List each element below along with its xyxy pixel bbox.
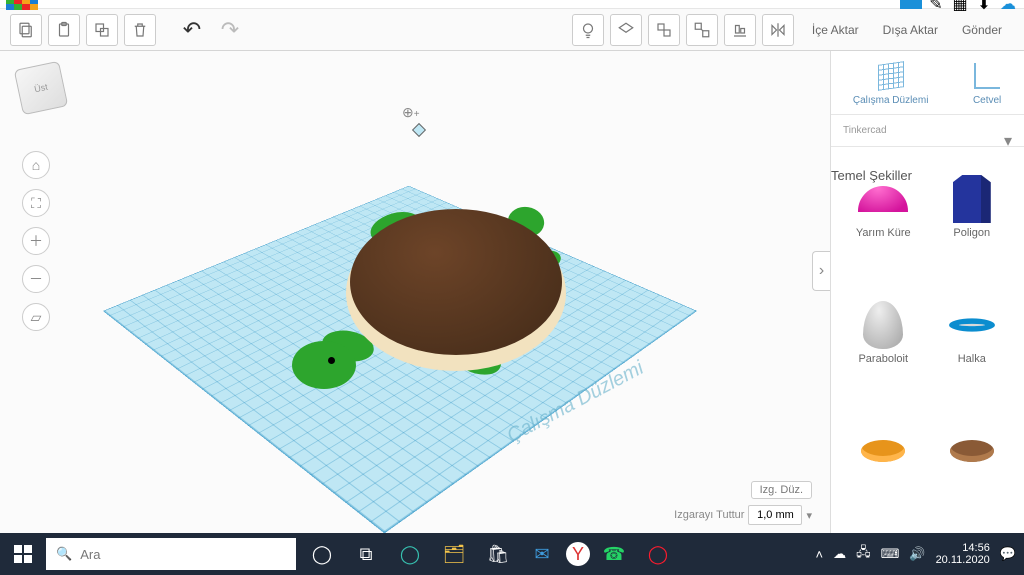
- export-button[interactable]: Dışa Aktar: [883, 23, 938, 37]
- input-icon[interactable]: ⌨: [881, 546, 900, 562]
- fit-view-button[interactable]: ⛶: [22, 189, 50, 217]
- start-button[interactable]: [0, 533, 46, 575]
- zoom-out-button[interactable]: －: [22, 265, 50, 293]
- paraboloid-icon: [863, 301, 903, 349]
- polygon-icon: [953, 175, 991, 223]
- network-icon[interactable]: 🖧: [856, 543, 871, 565]
- opera-app-icon[interactable]: ◯: [638, 533, 678, 575]
- zoom-in-button[interactable]: ＋: [22, 227, 50, 255]
- ruler-tool-label: Cetvel: [973, 95, 1001, 106]
- shape-library-dropdown[interactable]: Tinkercad Temel Şekiller ▾: [831, 115, 1024, 147]
- delete-button[interactable]: [124, 14, 156, 46]
- turtle-model[interactable]: [300, 191, 600, 411]
- view-nav-buttons: ⌂ ⛶ ＋ － ▱: [22, 151, 50, 331]
- group-button[interactable]: [648, 14, 680, 46]
- bulb-icon[interactable]: [572, 14, 604, 46]
- blocks-icon[interactable]: ▦: [950, 0, 970, 9]
- system-tray: ˄ ☁ 🖧 ⌨ 🔊 14:56 20.11.2020 💬: [816, 542, 1016, 566]
- edit-grid-button[interactable]: Izg. Düz.: [751, 481, 812, 499]
- snap-controls: Izg. Düz. Izgarayı Tuttur ▾: [674, 481, 812, 525]
- yandex-app-icon[interactable]: Y: [566, 542, 590, 566]
- panel-tools-row: Çalışma Düzlemi Cetvel: [831, 51, 1024, 115]
- send-button[interactable]: Gönder: [962, 23, 1002, 37]
- explorer-app-icon[interactable]: 🗂: [434, 533, 474, 575]
- import-button[interactable]: İçe Aktar: [812, 23, 859, 37]
- task-view-button[interactable]: ⧉: [346, 533, 386, 575]
- shape-icon: [861, 440, 905, 462]
- library-source-label: Tinkercad: [843, 125, 1012, 136]
- align-button[interactable]: [724, 14, 756, 46]
- store-app-icon[interactable]: 🛍: [478, 533, 518, 575]
- shape-grid: Yarım Küre Poligon Paraboloit Halka: [831, 147, 1024, 533]
- turtle-eye: [328, 357, 335, 364]
- shape-torus[interactable]: Halka: [930, 297, 1015, 409]
- duplicate-button[interactable]: [86, 14, 118, 46]
- chevron-down-icon: ▾: [1004, 131, 1012, 151]
- mirror-button[interactable]: [762, 14, 794, 46]
- grid-view-icon[interactable]: [900, 0, 922, 9]
- shape-icon: [950, 440, 994, 462]
- search-icon: 🔍: [56, 546, 72, 562]
- workplane-tool[interactable]: Çalışma Düzlemi: [853, 61, 929, 106]
- notifications-icon[interactable]: 💬: [1000, 546, 1016, 562]
- shapes-panel: Çalışma Düzlemi Cetvel Tinkercad Temel Ş…: [830, 51, 1024, 533]
- workplane-icon: [878, 61, 904, 91]
- edge-app-icon[interactable]: ◯: [390, 533, 430, 575]
- whatsapp-app-icon[interactable]: ☎: [594, 533, 634, 575]
- ruler-icon: [974, 63, 1000, 89]
- shape-label: Halka: [958, 353, 986, 365]
- tinkercad-logo: [6, 0, 40, 10]
- chevron-down-icon[interactable]: ▾: [806, 509, 812, 522]
- show-all-icon[interactable]: [610, 14, 642, 46]
- browser-titlebar: ✎ ▦ ⬇ ☁: [0, 0, 1024, 9]
- onedrive-icon[interactable]: ☁: [833, 546, 846, 562]
- snap-grid-label: Izgarayı Tuttur: [674, 509, 744, 521]
- shape-half-sphere[interactable]: Yarım Küre: [841, 171, 926, 283]
- search-placeholder: Ara: [80, 547, 100, 562]
- 3d-canvas[interactable]: Üst ⌂ ⛶ ＋ － ▱ Çalışma Düzlemi ⊕+ Izg. Dü…: [0, 51, 830, 533]
- volume-icon[interactable]: 🔊: [909, 546, 925, 562]
- paste-button[interactable]: [48, 14, 80, 46]
- workplane-tool-label: Çalışma Düzlemi: [853, 95, 929, 106]
- main-toolbar: ↶ ↷ İçe Aktar Dışa Aktar Gönder: [0, 9, 1024, 51]
- shape-label: Poligon: [953, 227, 990, 239]
- panel-collapse-button[interactable]: ›: [812, 251, 830, 291]
- turtle-head: [292, 341, 356, 389]
- ortho-toggle-button[interactable]: ▱: [22, 303, 50, 331]
- cortana-button[interactable]: [302, 533, 342, 575]
- taskbar-search[interactable]: 🔍 Ara: [46, 538, 296, 570]
- shape-label: Yarım Küre: [856, 227, 911, 239]
- windows-taskbar: 🔍 Ara ⧉ ◯ 🗂 🛍 ✉ Y ☎ ◯ ˄ ☁ 🖧 ⌨ 🔊 14:56 20…: [0, 533, 1024, 575]
- view-cube[interactable]: Üst: [14, 61, 69, 116]
- download-icon[interactable]: ⬇: [974, 0, 994, 9]
- taskbar-clock[interactable]: 14:56 20.11.2020: [936, 542, 990, 566]
- home-view-button[interactable]: ⌂: [22, 151, 50, 179]
- shape-extra-2[interactable]: [930, 423, 1015, 523]
- redo-button[interactable]: ↷: [214, 14, 246, 46]
- clock-time: 14:56: [936, 542, 990, 554]
- half-sphere-icon: [858, 186, 908, 212]
- clock-date: 20.11.2020: [936, 554, 990, 566]
- windows-logo-icon: [14, 545, 32, 563]
- chat-icon[interactable]: ☁: [998, 0, 1018, 9]
- main-area: Üst ⌂ ⛶ ＋ － ▱ Çalışma Düzlemi ⊕+ Izg. Dü…: [0, 51, 1024, 533]
- shape-paraboloid[interactable]: Paraboloit: [841, 297, 926, 409]
- turtle-shell: [350, 209, 562, 355]
- ruler-tool[interactable]: Cetvel: [972, 61, 1002, 106]
- ungroup-button[interactable]: [686, 14, 718, 46]
- mail-app-icon[interactable]: ✉: [522, 533, 562, 575]
- snap-grid-input[interactable]: [748, 505, 802, 525]
- shape-extra-1[interactable]: [841, 423, 926, 523]
- torus-icon: [949, 318, 995, 331]
- taskbar-apps: ⧉ ◯ 🗂 🛍 ✉ Y ☎ ◯: [302, 533, 678, 575]
- copy-button[interactable]: [10, 14, 42, 46]
- edit-icon[interactable]: ✎: [926, 0, 946, 9]
- tray-chevron-up-icon[interactable]: ˄: [816, 547, 824, 562]
- workplane-handle-icon[interactable]: ⊕+: [402, 104, 420, 121]
- shape-polygon[interactable]: Poligon: [930, 171, 1015, 283]
- shape-label: Paraboloit: [858, 353, 908, 365]
- undo-button[interactable]: ↶: [176, 14, 208, 46]
